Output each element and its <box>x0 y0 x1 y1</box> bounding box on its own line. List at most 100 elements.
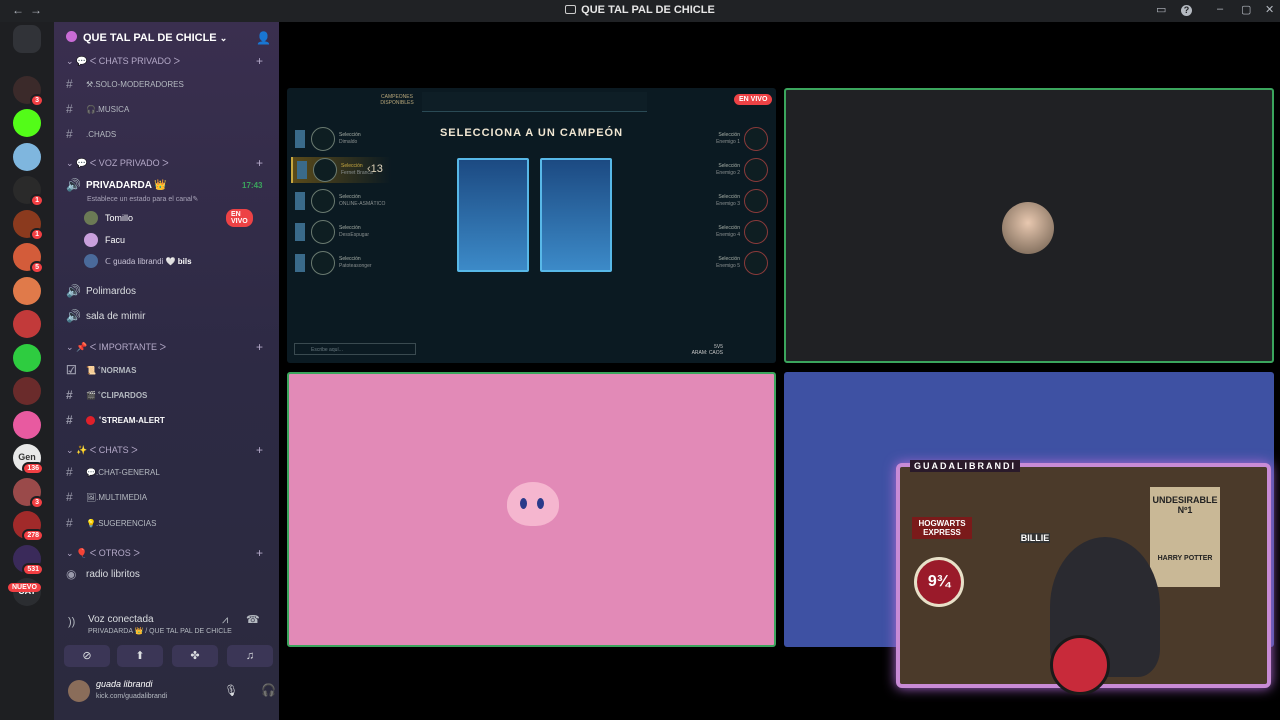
voice-channel-radio-libritos[interactable]: ◉ radio libritos <box>66 567 140 581</box>
hash-icon: # <box>66 102 73 116</box>
server-icon-server-11[interactable] <box>13 410 41 439</box>
help-icon[interactable]: ? <box>1181 5 1192 16</box>
server-icon-server-7[interactable] <box>13 276 41 305</box>
champion-card-1[interactable] <box>457 158 529 272</box>
voice-channel-privadarda[interactable]: 🔊 PRIVADARDA 👑 17:43 <box>66 178 266 192</box>
add-channel-icon[interactable]: + <box>256 54 263 68</box>
enemy-portrait <box>744 189 768 213</box>
mode-info: 5V5 ARAM: CAOS <box>685 344 723 356</box>
server-icon-server-10[interactable] <box>13 377 41 405</box>
server-icon-server-5[interactable]: 1 <box>13 209 44 241</box>
unread-badge: 5 <box>30 261 44 274</box>
soundboard-button[interactable]: ♫ <box>227 645 273 667</box>
category-label: ᐸ CHATS ᐳ <box>89 445 138 455</box>
voice-connected-subtitle[interactable]: PRIVADARDA 👑 / QUE TAL PAL DE CHICLE <box>88 627 232 635</box>
server-icon-server-4[interactable]: 1 <box>13 176 44 207</box>
server-icon-server-3[interactable] <box>13 142 41 171</box>
channel-solo-moderadores[interactable]: # ⚒.SOLO-MODERADORES <box>66 77 184 91</box>
server-icon-server-9[interactable] <box>13 343 41 372</box>
close-button[interactable]: ✕ <box>1265 3 1274 16</box>
channel-status-hint[interactable]: Establece un estado para el canal ✎ <box>87 195 198 204</box>
category-otros[interactable]: ⌄ 🎈 ᐸ OTROS ᐳ + <box>66 546 263 560</box>
category-voz-privado[interactable]: ⌄ 💬 ᐸ VOZ PRIVADO ᐳ + <box>66 156 263 170</box>
share-screen-button[interactable]: ⬆ <box>117 645 163 667</box>
category-importante[interactable]: ⌄ 📌 ᐸ IMPORTANTE ᐳ + <box>66 340 263 354</box>
ally-slot[interactable]: Selección Dimaldo <box>291 126 391 152</box>
stream-tile-game[interactable]: EN VIVO CAMPEONES DISPONIBLES SELECCIONA… <box>287 88 776 363</box>
champion-portrait <box>311 127 335 151</box>
channel-multimedia[interactable]: # 🖼 .MULTIMEDIA <box>66 490 147 504</box>
server-icon-server-1[interactable]: 3 <box>13 75 44 107</box>
voice-user-tomillo[interactable]: Tomillo EN VIVO <box>84 209 253 227</box>
voice-channel-sala-de-mimir[interactable]: 🔊 sala de mimir <box>66 309 145 323</box>
add-member-icon[interactable]: 👤 <box>256 31 271 45</box>
voice-channel-polimardos[interactable]: 🔊 Polimardos <box>66 284 136 298</box>
channel-sugerencias[interactable]: # 💡 .SUGERENCIAS <box>66 516 156 530</box>
enemy-slot: Selección Enemigo 3 <box>687 188 772 214</box>
server-icon-discord-home[interactable] <box>13 25 41 53</box>
user-avatar[interactable] <box>68 680 90 702</box>
server-icon-server-6[interactable]: 5 <box>13 243 44 274</box>
ally-slot[interactable]: Selección Fernet Branca <box>291 157 391 183</box>
server-icon-server-14[interactable]: 278 <box>13 511 44 542</box>
minimize-button[interactable]: – <box>1217 3 1223 15</box>
ally-slot[interactable]: Selección DessEspugar <box>291 219 391 245</box>
poster-title: UNDESIRABLE Nº1 <box>1152 495 1218 515</box>
channel-stream-alert[interactable]: # ˚ STREAM-ALERT <box>66 413 165 427</box>
add-channel-icon[interactable]: + <box>256 156 263 170</box>
headphones-icon[interactable]: 🎧 <box>261 683 276 697</box>
maximize-button[interactable]: ▢ <box>1241 3 1251 16</box>
channel-chat-general[interactable]: # 💬 .CHAT-GENERAL <box>66 465 160 479</box>
voice-user-name: Tomillo <box>105 213 134 223</box>
champion-card-2[interactable] <box>540 158 612 272</box>
channel-clipardos[interactable]: # 🎬 ˚ CLIPARDOS <box>66 388 147 402</box>
user-panel: guada librandi kick.com/guadalibrandi 🎙 … <box>62 676 310 708</box>
inbox-icon[interactable]: ▭ <box>1156 3 1166 16</box>
channel-label: Polimardos <box>86 285 137 297</box>
hash-icon: # <box>66 388 73 402</box>
game-chat-input[interactable]: Escribe aquí... <box>294 343 416 355</box>
server-icon-server-13[interactable]: 3 <box>13 477 44 509</box>
guild-header[interactable]: QUE TAL PAL DE CHICLE ⌄ <box>66 31 227 44</box>
server-icon-server-8[interactable] <box>13 310 41 338</box>
hash-icon: # <box>66 465 73 479</box>
channel-musica[interactable]: # 🎧.MUSICA <box>66 102 129 116</box>
noise-suppression-icon[interactable]: ⩘ <box>222 614 228 627</box>
ally-pick-label: Selección <box>339 225 361 231</box>
unread-badge: 278 <box>22 529 44 542</box>
camera-off-button[interactable]: ⊘ <box>64 645 110 667</box>
ally-slot[interactable]: Selección ONLINE-ASMÁTICO <box>291 188 391 214</box>
champion-portrait <box>311 189 335 213</box>
enemy-pick-label: Selección <box>718 256 740 262</box>
category-chats-privado[interactable]: ⌄ 💬 ᐸ CHATS PRIVADO ᐳ + <box>66 54 263 68</box>
enemy-pick-label: Selección <box>718 225 740 231</box>
category-chats[interactable]: ⌄ ✨ ᐸ CHATS ᐳ + <box>66 443 263 457</box>
add-channel-icon[interactable]: + <box>256 340 263 354</box>
disconnect-icon[interactable]: ☎ <box>246 613 260 626</box>
user-status: kick.com/guadalibrandi <box>96 693 168 700</box>
voice-user-guada[interactable]: ᑕ guada librandi 🤍 bils <box>84 254 192 268</box>
champion-bar[interactable] <box>422 92 647 112</box>
avatar <box>84 233 98 247</box>
channel-chads[interactable]: # .CHADS <box>66 127 116 141</box>
champion-portrait <box>311 251 335 275</box>
kirby-avatar <box>507 482 559 526</box>
server-icon-gen[interactable]: Gen 136 <box>13 444 44 475</box>
channel-timer: 17:43 <box>242 180 263 190</box>
voice-user-facu[interactable]: Facu <box>84 233 125 247</box>
channel-normas[interactable]: ☑ 📜 ˚ NORMAS <box>66 363 136 377</box>
add-channel-icon[interactable]: + <box>256 443 263 457</box>
mic-icon[interactable]: 🎙 <box>224 684 238 697</box>
server-icon-server-15[interactable]: 531 <box>13 544 44 576</box>
ally-slot[interactable]: Selección Patoteasonger <box>291 250 391 276</box>
server-icon-kick[interactable] <box>13 109 41 137</box>
category-label: ᐸ VOZ PRIVADO ᐳ <box>89 158 169 168</box>
signal-icon[interactable]: )) <box>68 616 75 628</box>
platform-sign: 9¾ <box>914 557 964 607</box>
enemy-portrait <box>744 158 768 182</box>
participant-avatar <box>1002 202 1054 254</box>
participant-tile-pink[interactable] <box>287 372 776 647</box>
add-channel-icon[interactable]: + <box>256 546 263 560</box>
activities-button[interactable]: ✤ <box>172 645 218 667</box>
participant-tile[interactable] <box>784 88 1274 363</box>
